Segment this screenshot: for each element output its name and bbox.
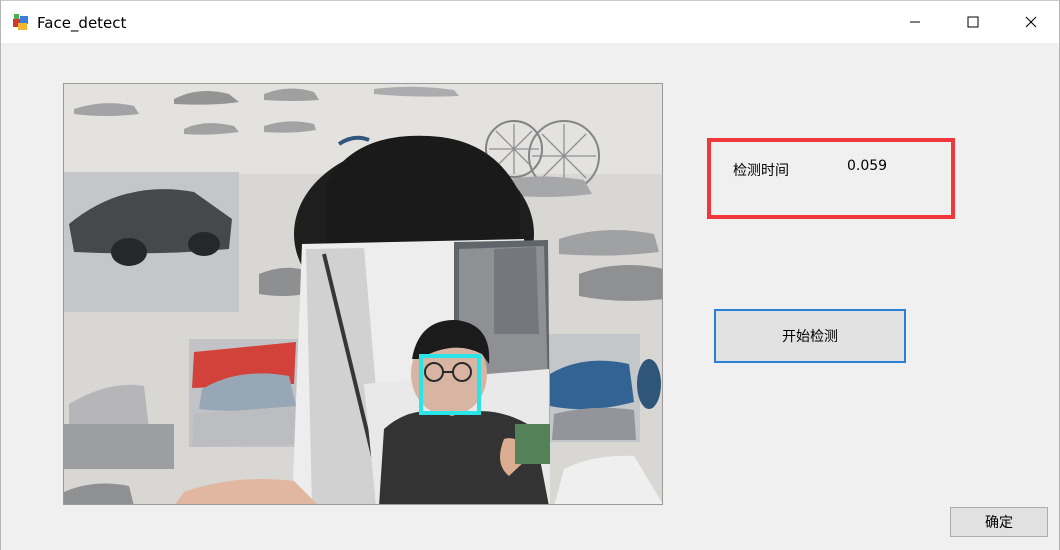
title-bar[interactable]: Face_detect: [1, 0, 1059, 43]
maximize-button[interactable]: [944, 1, 1002, 43]
detection-time-panel: 检测时间 0.059: [707, 138, 955, 219]
detection-time-value: 0.059: [847, 158, 888, 174]
close-button[interactable]: [1002, 1, 1060, 43]
close-icon: [1025, 16, 1037, 28]
camera-view: [63, 83, 663, 505]
camera-frame: [64, 84, 662, 504]
face-detect-window: Face_detect 检测时间 0.059 开始检测 确定: [0, 0, 1060, 550]
start-detection-button[interactable]: 开始检测: [714, 309, 906, 363]
minimize-icon: [910, 21, 920, 23]
minimize-button[interactable]: [886, 1, 944, 43]
window-title: Face_detect: [37, 14, 127, 32]
ok-button[interactable]: 确定: [950, 507, 1048, 537]
maximize-icon: [967, 16, 979, 28]
app-icon: [13, 14, 28, 30]
detection-time-label: 检测时间: [733, 163, 789, 179]
